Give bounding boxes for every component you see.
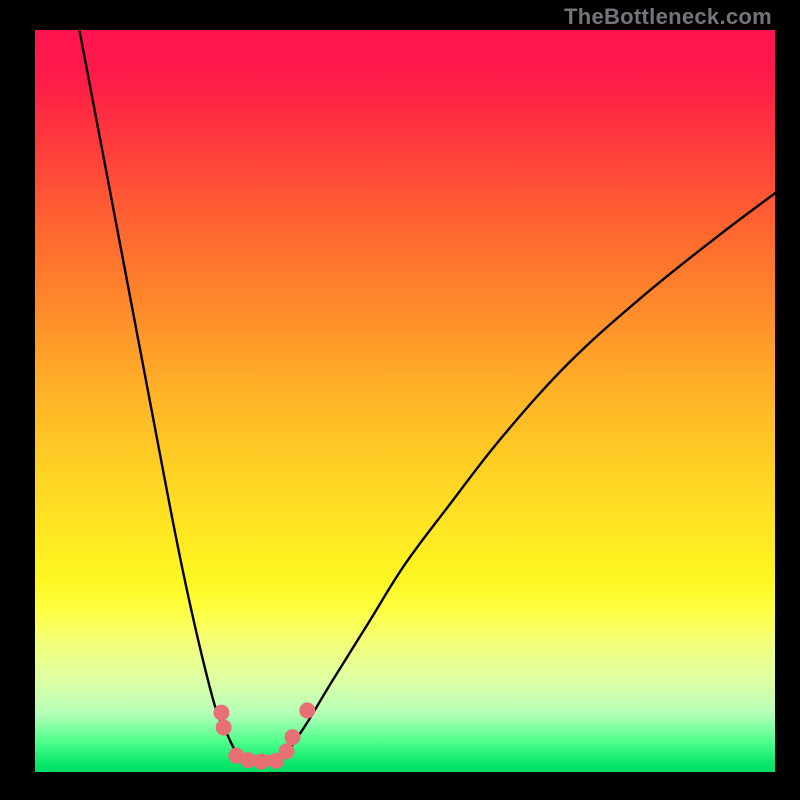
left-branch-curve [79,30,249,761]
plot-area [35,30,775,772]
curves-svg [35,30,775,772]
data-dot [216,719,232,735]
data-dot [299,702,315,718]
watermark-text: TheBottleneck.com [564,4,772,30]
data-dot [253,754,269,770]
right-branch-curve [279,193,775,761]
data-dot [213,705,229,721]
chart-frame: TheBottleneck.com [0,0,800,800]
data-dot [279,743,295,759]
data-dot [285,729,301,745]
